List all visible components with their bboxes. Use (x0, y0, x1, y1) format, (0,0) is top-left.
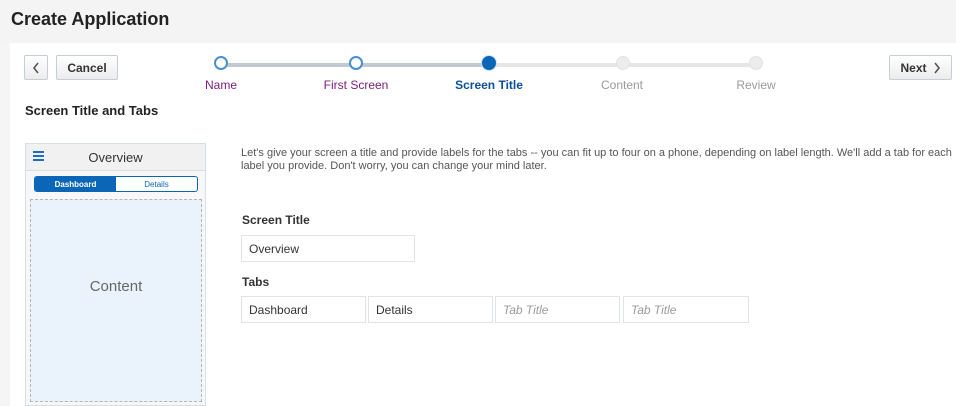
phone-preview-content-label: Content (89, 278, 143, 295)
train-label-name[interactable]: Name (205, 78, 237, 92)
phone-preview: Overview Dashboard Details Content (25, 143, 206, 406)
train-label-screen-title: Screen Title (455, 78, 523, 92)
phone-preview-tab-details: Details (144, 179, 169, 189)
phone-preview-content-area: Content (30, 199, 202, 402)
cancel-button[interactable]: Cancel (56, 55, 118, 80)
train-stop-screen-title (482, 56, 496, 70)
back-button[interactable] (24, 55, 48, 80)
tabs-label: Tabs (242, 275, 270, 289)
phone-preview-tab-dashboard: Dashboard (35, 177, 116, 191)
train-label-first-screen[interactable]: First Screen (324, 78, 389, 92)
train-label-review: Review (736, 78, 776, 92)
page-header: Create Application (0, 0, 956, 43)
next-button[interactable]: Next (889, 55, 952, 80)
tab-title-input-3[interactable] (495, 296, 620, 323)
phone-preview-header: Overview (26, 144, 205, 171)
chevron-right-icon (933, 62, 940, 73)
train-label-content: Content (600, 78, 644, 92)
page-title: Create Application (11, 9, 170, 29)
screen-title-input[interactable] (241, 235, 415, 262)
phone-preview-tabbar: Dashboard Details (34, 176, 198, 192)
train-stop-name[interactable] (214, 56, 228, 70)
train-stop-content (616, 56, 630, 70)
wizard-panel: Cancel Next Name First Screen Screen Tit… (10, 43, 956, 406)
next-button-label: Next (900, 60, 927, 75)
screen-title-label: Screen Title (242, 213, 310, 227)
phone-preview-title: Overview (88, 150, 143, 165)
section-heading: Screen Title and Tabs (25, 103, 159, 118)
tab-title-input-1[interactable] (241, 296, 366, 323)
tab-title-input-4[interactable] (623, 296, 749, 323)
chevron-left-icon (32, 62, 39, 73)
tab-title-input-2[interactable] (368, 296, 493, 323)
intro-text: Let's give your screen a title and provi… (241, 147, 952, 172)
train-stop-review (749, 56, 763, 70)
train-stop-first-screen[interactable] (349, 56, 363, 70)
